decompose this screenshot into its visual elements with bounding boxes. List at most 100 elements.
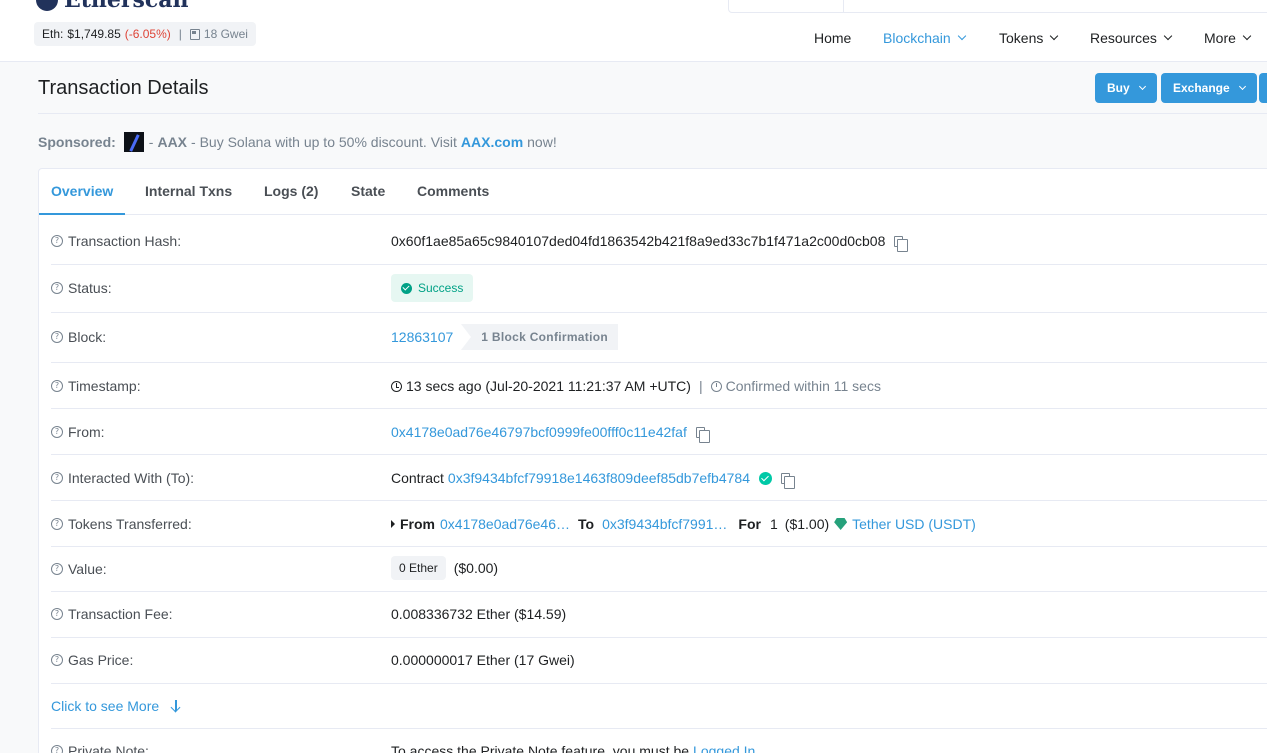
buy-button[interactable]: Buy xyxy=(1095,73,1157,103)
login-link[interactable]: Logged In xyxy=(693,743,755,753)
nav-resources-label: Resources xyxy=(1090,30,1157,46)
token-from-label: From xyxy=(400,516,435,532)
tab-comments[interactable]: Comments xyxy=(417,183,489,199)
eth-price-pill: Eth: $1,749.85 (-6.05%) | 18 Gwei xyxy=(34,22,256,46)
contract-address-link[interactable]: 0x3f9434bfcf79918e1463f809deef85db7efb47… xyxy=(448,470,750,486)
token-to-link[interactable]: 0x3f9434bfcf7991… xyxy=(602,516,727,532)
eth-price: $1,749.85 xyxy=(67,27,121,41)
chevron-down-icon xyxy=(1163,31,1173,41)
chevron-down-icon xyxy=(1238,82,1246,91)
row-label: ? Interacted With (To): xyxy=(51,470,194,486)
help-icon[interactable]: ? xyxy=(51,331,63,343)
confirmation-badge: 1 Block Confirmation xyxy=(461,324,618,350)
token-from-link[interactable]: 0x4178e0ad76e46… xyxy=(440,516,570,532)
nav-blockchain[interactable]: Blockchain xyxy=(883,29,966,47)
help-icon[interactable]: ? xyxy=(51,235,63,247)
row-value: 0.000000017 Ether (17 Gwei) xyxy=(391,652,575,668)
row-value: 13 secs ago (Jul-20-2021 11:21:37 AM +UT… xyxy=(391,378,881,394)
contract-prefix: Contract xyxy=(391,470,444,486)
gas-price-value: 0.000000017 Ether (17 Gwei) xyxy=(391,652,575,668)
nav-tokens[interactable]: Tokens xyxy=(999,29,1059,47)
row-timestamp: ? Timestamp: 13 secs ago (Jul-20-2021 11:… xyxy=(51,363,1267,409)
ether-value-badge: 0 Ether xyxy=(391,556,446,580)
gas-pump-icon xyxy=(189,28,200,40)
fee-value: 0.008336732 Ether ($14.59) xyxy=(391,606,567,622)
label-text: Interacted With (To): xyxy=(68,470,195,486)
title-divider xyxy=(38,113,1267,114)
copy-icon[interactable] xyxy=(894,235,909,252)
from-address-link[interactable]: 0x4178e0ad76e46797bcf0999fe00fff0c11e42f… xyxy=(391,424,687,440)
chevron-down-icon xyxy=(1050,31,1059,41)
more-actions-button[interactable] xyxy=(1259,73,1267,103)
row-label: ? Block: xyxy=(51,329,106,345)
exchange-button-label: Exchange xyxy=(1173,81,1230,95)
block-number-link[interactable]: 12863107 xyxy=(391,329,453,345)
row-transaction-fee: ? Transaction Fee: 0.008336732 Ether ($14… xyxy=(51,592,1267,638)
sponsor-link[interactable]: AAX.com xyxy=(461,134,523,150)
copy-icon[interactable] xyxy=(781,472,795,489)
row-label: ? Tokens Transferred: xyxy=(51,516,192,532)
row-see-more: Click to see More xyxy=(51,684,1267,729)
chevron-down-icon xyxy=(1138,82,1146,91)
row-tokens-transferred: ? Tokens Transferred: From 0x4178e0ad76e4… xyxy=(51,501,1267,547)
transaction-card: Overview Internal Txns Logs (2) State Co… xyxy=(38,168,1267,753)
help-icon[interactable]: ? xyxy=(51,518,63,530)
token-usd: ($1.00) xyxy=(784,516,830,532)
help-icon[interactable]: ? xyxy=(51,563,63,575)
row-value: 0x60f1ae85a65c9840107ded04fd1863542b421f… xyxy=(391,233,909,252)
sponsored-text: - Buy Solana with up to 50% discount. Vi… xyxy=(191,134,457,150)
private-note-text: To access the Private Note feature, you … xyxy=(391,743,690,753)
row-value: To access the Private Note feature, you … xyxy=(391,743,755,753)
help-icon[interactable]: ? xyxy=(51,608,63,620)
row-value: 12863107 1 Block Confirmation xyxy=(391,324,618,350)
tab-state[interactable]: State xyxy=(351,183,385,199)
row-private-note: ? Private Note: To access the Private Not… xyxy=(51,729,1267,753)
label-text: Private Note: xyxy=(68,743,149,753)
token-name-link[interactable]: Tether USD (USDT) xyxy=(852,516,976,532)
nav-home[interactable]: Home xyxy=(814,29,851,47)
gas-value: 18 Gwei xyxy=(203,27,248,41)
help-icon[interactable]: ? xyxy=(51,654,63,666)
caret-right-icon xyxy=(391,520,395,528)
help-icon[interactable]: ? xyxy=(51,745,63,753)
row-label: ? Value: xyxy=(51,561,107,577)
help-icon[interactable]: ? xyxy=(51,426,63,438)
row-block: ? Block: 12863107 1 Block Confirmation xyxy=(51,313,1267,363)
sponsored-dash: - xyxy=(148,134,154,150)
etherscan-logo[interactable]: Etherscan xyxy=(36,0,189,14)
tab-logs[interactable]: Logs (2) xyxy=(264,183,318,199)
label-text: From: xyxy=(68,424,105,440)
sponsored-banner: Sponsored: - AAX - Buy Solana with up to… xyxy=(38,132,557,152)
row-gas-price: ? Gas Price: 0.000000017 Ether (17 Gwei) xyxy=(51,638,1267,684)
see-more-link[interactable]: Click to see More xyxy=(51,698,181,714)
tab-internal-txns[interactable]: Internal Txns xyxy=(145,183,232,199)
status-text: Success xyxy=(418,281,464,295)
nav-resources[interactable]: Resources xyxy=(1090,29,1173,47)
timer-icon xyxy=(710,380,722,392)
nav-more-label: More xyxy=(1204,30,1236,46)
row-value: 0.008336732 Ether ($14.59) xyxy=(391,606,566,622)
arrow-down-icon xyxy=(171,700,181,712)
help-icon[interactable]: ? xyxy=(51,472,63,484)
tab-overview[interactable]: Overview xyxy=(51,183,113,199)
help-icon[interactable]: ? xyxy=(51,282,63,294)
logo-text: Etherscan xyxy=(64,0,189,13)
nav-tokens-label: Tokens xyxy=(999,30,1044,46)
row-value: Contract 0x3f9434bfcf79918e1463f809deef8… xyxy=(391,470,795,489)
label-text: Gas Price: xyxy=(68,652,134,668)
row-label: ? From: xyxy=(51,424,105,440)
search-input[interactable] xyxy=(728,0,1267,13)
nav-more[interactable]: More xyxy=(1204,29,1252,47)
copy-icon[interactable] xyxy=(695,426,710,443)
label-text: Block: xyxy=(68,329,107,345)
tab-bar: Overview Internal Txns Logs (2) State Co… xyxy=(39,169,1267,215)
chevron-down-icon xyxy=(957,31,966,41)
exchange-button[interactable]: Exchange xyxy=(1161,73,1257,103)
help-icon[interactable]: ? xyxy=(51,380,63,392)
row-label: ? Transaction Hash: xyxy=(51,233,181,249)
status-badge: Success xyxy=(391,274,474,302)
timestamp-value: 13 secs ago (Jul-20-2021 11:21:37 AM +UT… xyxy=(406,378,691,394)
timestamp-separator: | xyxy=(698,378,703,394)
row-value-ether: ? Value: 0 Ether ($0.00) xyxy=(51,547,1267,592)
check-circle-icon xyxy=(401,282,412,294)
